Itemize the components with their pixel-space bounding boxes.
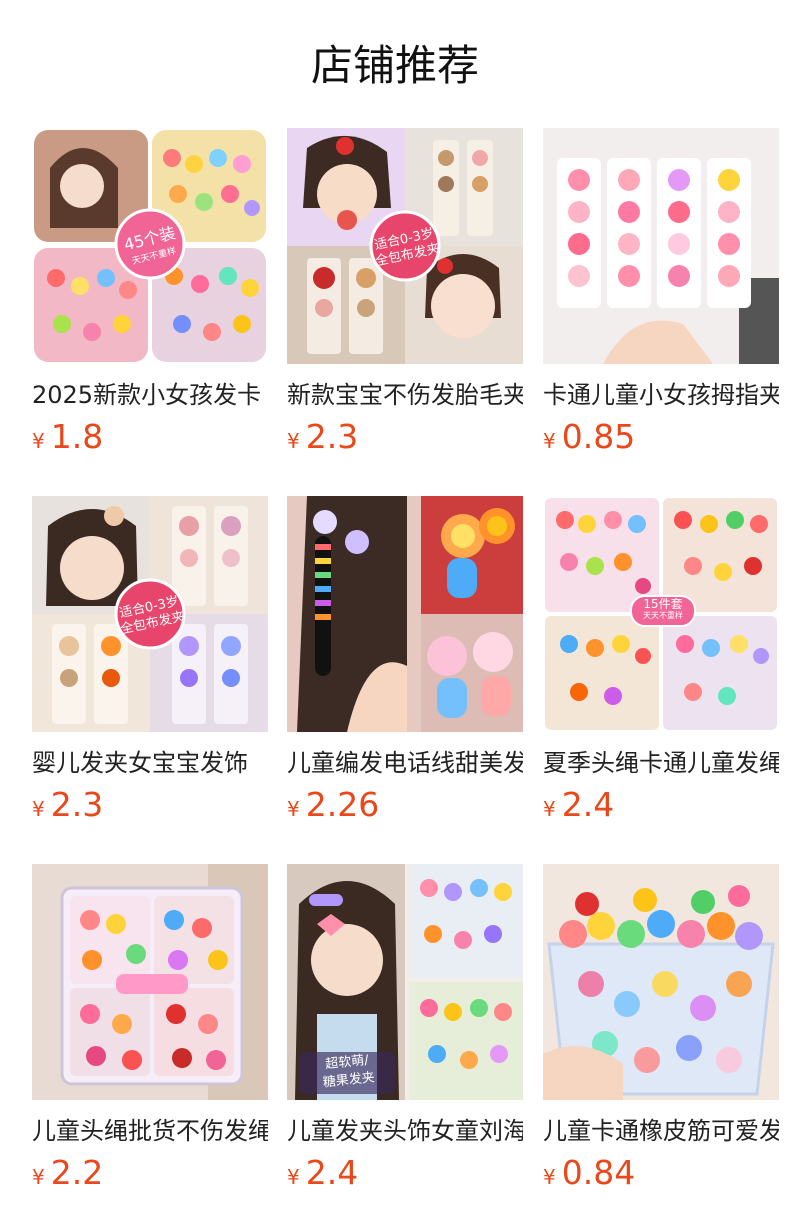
product-name[interactable]: 儿童发夹头饰女童刘海夹 bbox=[287, 1114, 523, 1148]
product-card[interactable]: 卡通儿童小女孩拇指夹 ¥0.85 bbox=[543, 128, 779, 463]
product-name[interactable]: 新款宝宝不伤发胎毛夹 bbox=[287, 378, 523, 412]
product-card[interactable]: 儿童头绳批货不伤发绳 ¥2.2 bbox=[32, 864, 268, 1199]
product-image[interactable]: 适合0-3岁 全包布发夹 bbox=[32, 496, 268, 732]
currency-symbol: ¥ bbox=[32, 429, 45, 453]
price-value: 0.84 bbox=[561, 1153, 636, 1192]
product-name[interactable]: 2025新款小女孩发卡 bbox=[32, 378, 268, 412]
product-price: ¥2.2 bbox=[32, 1153, 268, 1199]
product-card[interactable]: 15件套 天天不重样 夏季头绳卡通儿童发绳 ¥2.4 bbox=[543, 496, 779, 831]
promo-badge: 15件套 天天不重样 bbox=[643, 597, 683, 620]
product-price: ¥0.84 bbox=[543, 1153, 779, 1199]
hair-tie-storage-box-image bbox=[32, 864, 268, 1100]
price-value: 2.4 bbox=[561, 785, 615, 824]
product-name[interactable]: 夏季头绳卡通儿童发绳 bbox=[543, 746, 779, 780]
cartoon-thumb-clips-cards-image bbox=[543, 128, 779, 364]
product-price: ¥2.26 bbox=[287, 785, 523, 831]
product-price: ¥2.3 bbox=[32, 785, 268, 831]
product-name[interactable]: 儿童编发电话线甜美发绳 bbox=[287, 746, 523, 780]
braided-phone-cord-hair-ties-image bbox=[287, 496, 523, 732]
product-price: ¥2.4 bbox=[543, 785, 779, 831]
product-name[interactable]: 儿童头绳批货不伤发绳 bbox=[32, 1114, 268, 1148]
shop-recommend-page: 店铺推荐 45个装 天天不重样 2025新款小女孩发卡 ¥ 1.8 适合0-3岁… bbox=[0, 0, 790, 1232]
page-title: 店铺推荐 bbox=[310, 41, 479, 90]
product-name[interactable]: 婴儿发夹女宝宝发饰 bbox=[32, 746, 268, 780]
currency-symbol: ¥ bbox=[287, 797, 300, 821]
product-card[interactable]: 适合0-3岁 全包布发夹 新款宝宝不伤发胎毛夹 ¥2.3 bbox=[287, 128, 523, 463]
product-name[interactable]: 卡通儿童小女孩拇指夹 bbox=[543, 378, 779, 412]
rubber-band-bucket-image bbox=[543, 864, 779, 1100]
product-card[interactable]: 儿童卡通橡皮筋可爱发绳 ¥0.84 bbox=[543, 864, 779, 1199]
currency-symbol: ¥ bbox=[32, 797, 45, 821]
product-price: ¥2.3 bbox=[287, 417, 523, 463]
currency-symbol: ¥ bbox=[287, 429, 300, 453]
product-image[interactable] bbox=[543, 864, 779, 1100]
product-image[interactable] bbox=[543, 128, 779, 364]
price-value: 2.26 bbox=[305, 785, 380, 824]
currency-symbol: ¥ bbox=[32, 1165, 45, 1189]
price-value: 2.2 bbox=[50, 1153, 104, 1192]
product-image[interactable] bbox=[32, 864, 268, 1100]
product-image[interactable]: 45个装 天天不重样 bbox=[32, 128, 268, 364]
product-card[interactable]: 45个装 天天不重样 2025新款小女孩发卡 ¥1.8 bbox=[32, 128, 268, 463]
price-value: 2.3 bbox=[305, 417, 359, 456]
product-image[interactable] bbox=[287, 496, 523, 732]
price-value: 2.3 bbox=[50, 785, 104, 824]
price-value: 1.8 bbox=[50, 417, 104, 456]
product-image[interactable]: 15件套 天天不重样 bbox=[543, 496, 779, 732]
price-value: 2.4 bbox=[305, 1153, 359, 1192]
product-price: ¥0.85 bbox=[543, 417, 779, 463]
product-card[interactable]: 儿童编发电话线甜美发绳 ¥2.26 bbox=[287, 496, 523, 831]
currency-symbol: ¥ bbox=[543, 797, 556, 821]
product-image[interactable]: 超软萌/ 糖果发夹 bbox=[287, 864, 523, 1100]
currency-symbol: ¥ bbox=[543, 429, 556, 453]
product-price: ¥2.4 bbox=[287, 1153, 523, 1199]
product-name[interactable]: 儿童卡通橡皮筋可爱发绳 bbox=[543, 1114, 779, 1148]
product-price: ¥1.8 bbox=[32, 417, 268, 463]
product-image[interactable]: 适合0-3岁 全包布发夹 bbox=[287, 128, 523, 364]
currency-symbol: ¥ bbox=[287, 1165, 300, 1189]
product-card[interactable]: 超软萌/ 糖果发夹 儿童发夹头饰女童刘海夹 ¥2.4 bbox=[287, 864, 523, 1199]
product-card[interactable]: 适合0-3岁 全包布发夹 婴儿发夹女宝宝发饰 ¥2.3 bbox=[32, 496, 268, 831]
currency-symbol: ¥ bbox=[543, 1165, 556, 1189]
price-value: 0.85 bbox=[561, 417, 636, 456]
